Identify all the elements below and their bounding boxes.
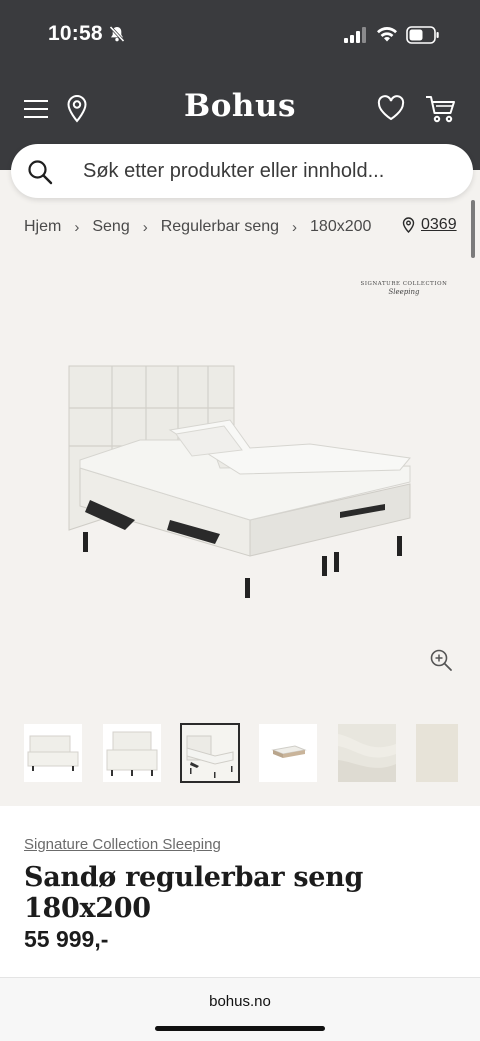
thumbnail-image <box>24 724 82 782</box>
thumbnail-strip <box>0 723 480 784</box>
breadcrumb-item-seng[interactable]: Seng <box>92 218 129 236</box>
thumbnail-image <box>259 724 317 782</box>
location-pin-icon <box>402 217 415 233</box>
search-input[interactable] <box>83 156 453 186</box>
chevron-right-icon: › <box>74 218 80 236</box>
thumbnail[interactable] <box>259 724 317 782</box>
cart-icon[interactable] <box>425 94 457 124</box>
thumbnail-image <box>103 724 161 782</box>
thumbnail-image <box>181 724 239 782</box>
product-brand-link[interactable]: Signature Collection Sleeping <box>24 836 221 853</box>
thumbnail[interactable] <box>416 724 458 782</box>
breadcrumb: Hjem › Seng › Regulerbar seng › 180x200 <box>24 216 371 238</box>
chevron-right-icon: › <box>292 218 298 236</box>
product-price: 55 999,- <box>24 926 109 952</box>
collection-logo-line1: SIGNATURE COLLECTION <box>360 281 448 287</box>
thumbnail[interactable] <box>338 724 396 782</box>
breadcrumb-item-regulerbar-seng[interactable]: Regulerbar seng <box>161 218 279 236</box>
browser-bar: bohus.no <box>0 977 480 1041</box>
cellular-signal-icon <box>344 27 366 43</box>
heart-icon[interactable] <box>377 95 405 121</box>
home-indicator[interactable] <box>155 1026 325 1031</box>
breadcrumb-item-home[interactable]: Hjem <box>24 218 61 236</box>
status-time: 10:58 <box>48 22 103 45</box>
scrollbar[interactable] <box>471 200 475 258</box>
store-selector[interactable]: 0369 <box>402 216 457 234</box>
collection-logo-line2: Sleeping <box>388 288 420 296</box>
status-bar: 10:58 <box>0 0 480 72</box>
product-title: Sandø regulerbar seng 180x200 <box>24 862 364 924</box>
product-image[interactable] <box>60 360 420 605</box>
thumbnail-image <box>338 724 396 782</box>
browser-url[interactable]: bohus.no <box>0 993 480 1010</box>
thumbnail[interactable] <box>103 724 161 782</box>
thumbnail-image <box>416 724 458 782</box>
battery-icon <box>406 26 439 44</box>
wifi-icon <box>377 26 397 42</box>
brand-logo[interactable]: Bohus <box>0 88 480 124</box>
search-icon[interactable] <box>27 159 53 185</box>
breadcrumb-item-current: 180x200 <box>310 218 372 235</box>
collection-logo: SIGNATURE COLLECTION Sleeping <box>358 281 450 296</box>
thumbnail[interactable] <box>24 724 82 782</box>
zoom-in-icon[interactable] <box>429 648 453 672</box>
search-bar[interactable] <box>11 144 473 198</box>
thumbnail-active[interactable] <box>180 723 240 783</box>
bell-muted-icon <box>109 25 125 43</box>
chevron-right-icon: › <box>142 218 148 236</box>
store-number[interactable]: 0369 <box>421 216 457 234</box>
